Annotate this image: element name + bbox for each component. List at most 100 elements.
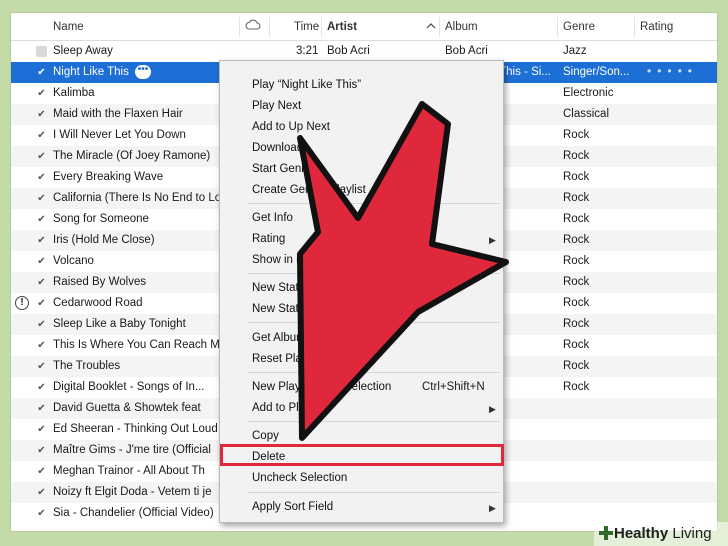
menu-separator (248, 203, 500, 204)
row-checkbox[interactable]: ✔ (36, 109, 47, 120)
column-divider[interactable] (321, 17, 322, 37)
song-name: Noizy ft Elgit Doda - Vetem ti je (53, 486, 212, 498)
row-checkbox[interactable]: ✔ (36, 277, 47, 288)
submenu-arrow-icon: ▶ (489, 503, 496, 513)
song-genre: Rock (563, 213, 590, 225)
menu-item-play[interactable]: Play “Night Like This” (252, 79, 361, 91)
watermark-suffix: Living (668, 525, 712, 542)
row-checkbox[interactable]: ✔ (36, 508, 47, 519)
rating-dots-icon[interactable]: ••••• (647, 64, 698, 78)
menu-item-rating[interactable]: Rating (252, 233, 285, 245)
song-genre: Rock (563, 192, 590, 204)
song-name: Sia - Chandelier (Official Video) (53, 507, 214, 519)
song-genre: Rock (563, 318, 590, 330)
song-genre: Rock (563, 234, 590, 246)
chevron-up-icon[interactable] (426, 21, 436, 33)
watermark: Healthy Living (594, 522, 728, 546)
menu-item-show-in-store[interactable]: Show in iTunes Store (252, 254, 361, 266)
song-artist: Bob Acri (327, 45, 370, 57)
song-time: 3:21 (296, 45, 319, 57)
row-checkbox[interactable]: ✔ (36, 235, 47, 246)
menu-item-play-next[interactable]: Play Next (252, 100, 301, 112)
song-name: Sleep Away (53, 45, 113, 57)
song-genre: Singer/Son... (563, 66, 630, 78)
menu-item-download[interactable]: Download (252, 142, 303, 154)
submenu-arrow-icon: ▶ (489, 404, 496, 414)
menu-item-delete[interactable]: Delete (252, 451, 285, 463)
row-checkbox[interactable]: ✔ (36, 151, 47, 162)
cloud-icon[interactable] (245, 19, 261, 34)
menu-item-create-genius-playlist[interactable]: Create Genius Playlist (252, 184, 366, 196)
song-name: This Is Where You Can Reach M (53, 339, 220, 351)
row-checkbox[interactable]: ✔ (36, 319, 47, 330)
row-checkbox[interactable]: ✔ (36, 445, 47, 456)
menu-separator (248, 372, 500, 373)
row-checkbox[interactable]: ✔ (36, 487, 47, 498)
column-divider[interactable] (557, 17, 558, 37)
row-checkbox[interactable] (36, 46, 47, 57)
song-genre: Rock (563, 150, 590, 162)
song-name: Iris (Hold Me Close) (53, 234, 155, 246)
column-divider[interactable] (239, 17, 240, 37)
column-artist[interactable]: Artist (327, 21, 357, 33)
menu-item-reset-plays[interactable]: Reset Plays (252, 353, 313, 365)
row-checkbox[interactable]: ✔ (36, 382, 47, 393)
song-name: Cedarwood Road (53, 297, 143, 309)
song-genre: Rock (563, 339, 590, 351)
row-checkbox[interactable]: ✔ (36, 193, 47, 204)
song-genre: Rock (563, 360, 590, 372)
song-album: Bob Acri (445, 45, 488, 57)
plus-cross-icon (599, 526, 613, 540)
row-checkbox[interactable]: ✔ (36, 340, 47, 351)
song-name: The Troubles (53, 360, 121, 372)
menu-separator (248, 492, 500, 493)
more-options-icon[interactable]: ••• (135, 65, 151, 79)
song-name: Maid with the Flaxen Hair (53, 108, 183, 120)
row-checkbox[interactable]: ✔ (36, 361, 47, 372)
row-checkbox[interactable]: ✔ (36, 172, 47, 183)
song-name: Sleep Like a Baby Tonight (53, 318, 186, 330)
row-checkbox[interactable]: ✔ (36, 67, 47, 78)
column-divider[interactable] (634, 17, 635, 37)
submenu-arrow-icon: ▶ (489, 235, 496, 245)
menu-item-apply-sort-field[interactable]: Apply Sort Field (252, 501, 333, 513)
menu-separator (248, 421, 500, 422)
song-genre: Rock (563, 297, 590, 309)
song-genre: Electronic (563, 87, 614, 99)
row-checkbox[interactable]: ✔ (36, 424, 47, 435)
menu-item-uncheck-selection[interactable]: Uncheck Selection (252, 472, 347, 484)
menu-item-new-station-song[interactable]: New Station from Song (252, 303, 370, 315)
menu-item-copy[interactable]: Copy (252, 430, 279, 442)
column-album[interactable]: Album (445, 21, 478, 33)
row-checkbox[interactable]: ✔ (36, 466, 47, 477)
menu-item-add-to-playlist[interactable]: Add to Playlist (252, 402, 325, 414)
menu-item-get-info[interactable]: Get Info (252, 212, 293, 224)
song-genre: Classical (563, 108, 610, 120)
warning-icon[interactable]: ! (15, 296, 29, 310)
song-genre: Rock (563, 171, 590, 183)
menu-separator (248, 273, 500, 274)
row-checkbox[interactable]: ✔ (36, 130, 47, 141)
row-checkbox[interactable]: ✔ (36, 256, 47, 267)
menu-item-add-to-up-next[interactable]: Add to Up Next (252, 121, 330, 133)
menu-item-start-genius[interactable]: Start Genius (252, 163, 316, 175)
song-name: Digital Booklet - Songs of In... (53, 381, 205, 393)
menu-item-new-station-artist[interactable]: New Station from Artist (252, 282, 369, 294)
row-checkbox[interactable]: ✔ (36, 403, 47, 414)
column-rating[interactable]: Rating (640, 21, 673, 33)
song-genre: Rock (563, 255, 590, 267)
row-checkbox[interactable]: ✔ (36, 88, 47, 99)
column-divider[interactable] (269, 17, 270, 37)
menu-item-get-album-artwork[interactable]: Get Album Artwork (252, 332, 347, 344)
table-row[interactable]: Sleep Away 3:21 Bob Acri Bob Acri Jazz (11, 41, 717, 62)
song-name: Song for Someone (53, 213, 149, 225)
column-name[interactable]: Name (53, 21, 84, 33)
column-genre[interactable]: Genre (563, 21, 595, 33)
menu-item-new-playlist[interactable]: New Playlist from Selection (252, 381, 391, 393)
column-time[interactable]: Time (294, 21, 319, 33)
context-menu: Play “Night Like This” Play Next Add to … (219, 60, 504, 523)
row-checkbox[interactable]: ✔ (36, 298, 47, 309)
song-name: Kalimba (53, 87, 95, 99)
row-checkbox[interactable]: ✔ (36, 214, 47, 225)
column-divider[interactable] (439, 17, 440, 37)
